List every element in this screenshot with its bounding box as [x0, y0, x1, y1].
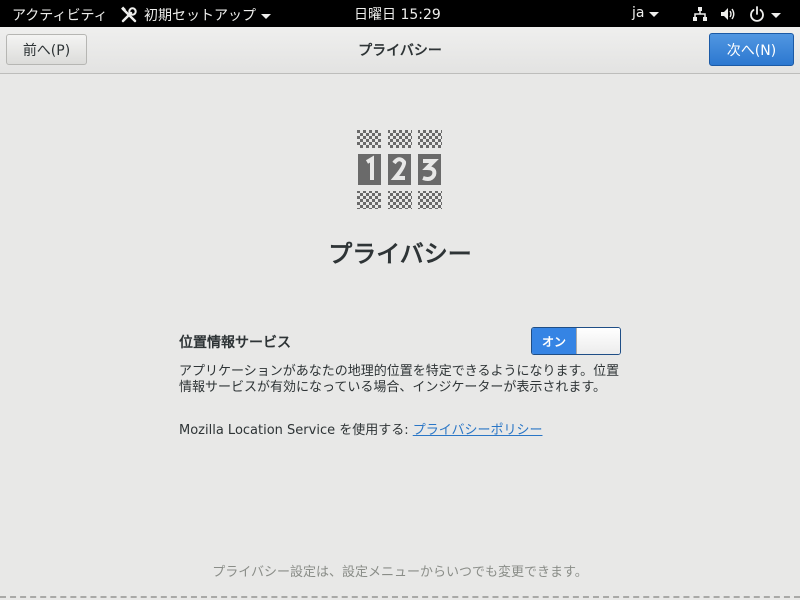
location-services-toggle[interactable]: オン [531, 327, 621, 355]
system-status-area[interactable] [692, 6, 781, 22]
network-wired-icon [693, 7, 707, 21]
location-services-description: アプリケーションがあなたの地理的位置を特定できるようになります。位置情報サービス… [179, 364, 620, 395]
privacy-policy-link[interactable]: プライバシーポリシー [413, 423, 543, 438]
toggle-knob [576, 328, 620, 354]
top-bar: アクティビティ 初期セットアップ 日曜日 15:29 ja [0, 0, 800, 27]
chevron-down-icon [771, 12, 781, 18]
language-menu[interactable]: ja [632, 5, 660, 21]
page-title: プライバシー [328, 240, 472, 268]
power-icon [750, 6, 764, 22]
volume-icon [721, 8, 735, 20]
next-button[interactable]: 次へ(N) [709, 33, 794, 66]
privacy-123-icon [357, 130, 442, 209]
footer-note: プライバシー設定は、設定メニューからいつでも変更できます。 [212, 565, 588, 580]
mozilla-location-service-line: Mozilla Location Service を使用する: プライバシーポリ… [179, 419, 542, 438]
tools-icon [121, 6, 137, 23]
app-menu-label: 初期セットアップ [144, 8, 256, 24]
bottom-divider [0, 596, 800, 598]
clock[interactable]: 日曜日 15:29 [354, 4, 441, 24]
activities-button[interactable]: アクティビティ [12, 5, 108, 25]
header-bar: 前へ(P) プライバシー 次へ(N) [0, 27, 800, 74]
chevron-down-icon [261, 13, 271, 19]
header-title: プライバシー [358, 43, 442, 59]
language-label: ja [632, 5, 645, 21]
app-menu[interactable]: 初期セットアップ [120, 5, 271, 25]
mls-text: Mozilla Location Service を使用する: [179, 423, 413, 438]
location-services-label: 位置情報サービス [179, 335, 291, 351]
chevron-down-icon [649, 11, 660, 17]
toggle-on-label: オン [532, 328, 576, 354]
